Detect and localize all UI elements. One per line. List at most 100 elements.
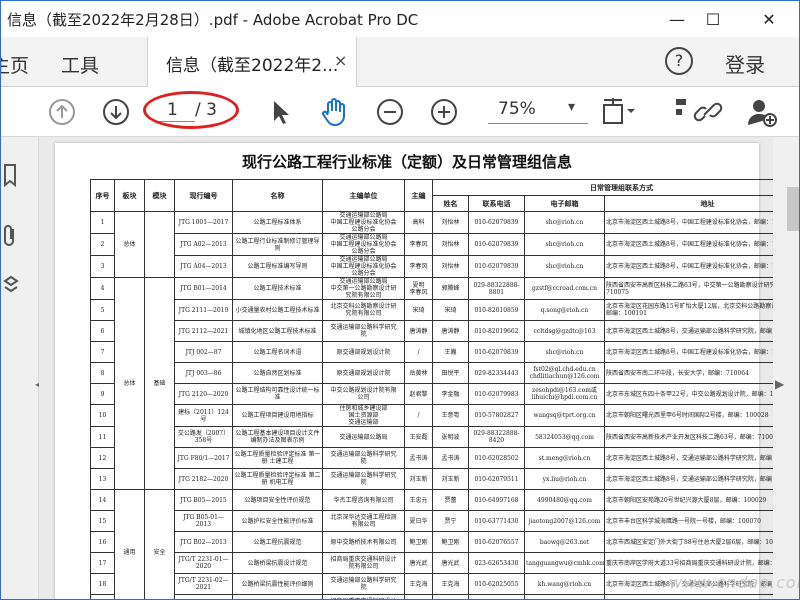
table-cell: baowg@263.net <box>524 531 605 553</box>
table-cell: 王巍 <box>432 341 469 363</box>
table-cell: 王克海 <box>432 573 469 595</box>
table-cell: 010-82019662 <box>468 320 525 342</box>
title-bar: 信息（截至2022年2月28日）.pdf - Adobe Acrobat Pro… <box>1 1 799 37</box>
table-cell: JTG A02—2013 <box>174 233 233 256</box>
table-cell: 孟书涛 <box>432 447 469 469</box>
group-header: 日常管理组联系方式 <box>432 179 773 196</box>
zoom-select[interactable]: 75% ▾ <box>488 95 588 125</box>
login-button[interactable]: 登录 <box>725 49 765 78</box>
zoom-out-icon[interactable] <box>373 95 407 129</box>
table-row: 16 JTG B02—2013 公路工程抗震规范 原中交路桥技术有限公司 鲍卫刚 鲍卫刚 0… <box>90 531 773 553</box>
table-cell: st.meng@rioh.cn <box>524 447 605 469</box>
col-header: 联系电话 <box>468 195 525 212</box>
table-row: 12 JTG F80/1—2017 公路工程质量检验评定标准 第一册 土建工程 交通运… <box>90 447 773 469</box>
table-cell: 北京市海淀区西土城路8号，中国工程建设标准化协会，邮编：100088 <box>604 255 773 278</box>
section-cell: 总体 <box>114 277 145 490</box>
standards-table: 序号 板块 模块 现行编号 名称 主编单位 主编 日常管理组联系方式 姓名 联系… <box>90 179 773 599</box>
table-cell: 王安磊 <box>404 426 433 448</box>
table-cell: 王意粤 <box>432 404 469 427</box>
table-cell: 唐涛静 <box>404 320 433 342</box>
table-cell: 交通运输部公路科学研究 院 <box>322 468 405 490</box>
col-header: 主编单位 <box>322 179 405 212</box>
table-cell: 010-62079839 <box>468 255 525 278</box>
table-cell: 刘怡林 <box>432 233 469 256</box>
layers-icon[interactable] <box>3 273 19 299</box>
table-cell: fanglin@cmhk.com <box>524 594 605 599</box>
window-title: 信息（截至2022年2月28日）.pdf - Adobe Acrobat Pro… <box>7 11 419 29</box>
table-cell: 交通运输部公路局 中国工程建设标准化协会 公路分会 <box>322 233 405 256</box>
page-up-icon[interactable] <box>45 95 79 129</box>
table-cell: 公路自然区划标准 <box>232 362 323 384</box>
maximize-button[interactable]: ☐ <box>689 1 737 37</box>
table-row: 7 JTJ 002—87 公路工程名词术语 原交通部规划设计院 / 王巍 010-62079… <box>90 341 773 363</box>
col-header: 序号 <box>90 179 115 212</box>
col-header: 姓名 <box>432 195 469 212</box>
table-cell: JTG A04—2013 <box>174 255 233 278</box>
hand-icon[interactable] <box>317 95 351 129</box>
tab-tools[interactable]: 工具 <box>61 51 99 78</box>
table-cell: 田悦平 <box>432 362 469 384</box>
table-cell: JTG 2232—2019 <box>174 594 233 599</box>
attachment-icon[interactable] <box>3 223 19 249</box>
tab-home[interactable]: 主页 <box>1 51 29 78</box>
table-cell: 贾蕾 <box>432 489 469 511</box>
table-cell: JTG 2120—2020 <box>174 383 233 405</box>
table-row: 4 总体 基础 JTG B01—2014 公路工程技术标准 交通运输部公路局 中交第一公路… <box>90 277 773 490</box>
table-row: 17 JTG/T 2231-01—2020 公路桥梁抗震设计规范 招商局重庆交通科研设… <box>90 552 773 574</box>
table-cell: shc@rioh.cn <box>524 211 605 234</box>
table-cell: 刘玉新 <box>432 468 469 490</box>
table-cell: JTG B01—2014 <box>174 277 233 300</box>
table-cell: 北京市西城区安定门外大街丁88号住总大厦2层6层，邮编：100011 <box>604 531 773 553</box>
col-header: 主编 <box>404 179 433 212</box>
left-nav-pane: ◀ <box>1 137 44 599</box>
table-cell: 交通运输部公路局 <box>322 426 405 448</box>
add-user-icon[interactable] <box>745 95 779 129</box>
table-cell: 010-63771430 <box>468 510 525 532</box>
watermark: www.cndao.com <box>669 573 800 592</box>
col-header: 现行编号 <box>174 179 233 212</box>
close-tab-icon[interactable]: × <box>334 51 347 70</box>
table-cell: 6 <box>90 320 115 342</box>
table-cell: 北京市海淀区西土城路8号，交通运输部公路科学研究院，邮编：100088 <box>604 468 773 490</box>
table-cell: 北京市朝阳区曙光西里甲6号时间国际2号楼，邮编：100028 <box>604 404 773 427</box>
page-down-icon[interactable] <box>99 95 133 129</box>
fit-page-icon[interactable] <box>601 95 635 129</box>
table-cell: 029-82334443 <box>468 362 525 384</box>
table-cell: 招商局重庆交通科研设计 院有限公司 <box>322 594 405 599</box>
tab-document[interactable]: 信息（截至2022年2... × <box>147 37 357 87</box>
table-cell: JTG B05-01—2013 <box>174 510 233 532</box>
table-cell: 重庆市南岸区学府大道33号招商局重庆交通科研设计院，邮编：400067 <box>604 594 773 599</box>
table-cell: 招商局重庆交通科研设计 院有限公司 <box>322 552 405 574</box>
table-cell: 岳黄林 <box>404 362 433 384</box>
table-cell: gzstf@ccroad.com.cn <box>524 277 605 300</box>
table-cell: 鲍卫刚 <box>432 531 469 553</box>
table-cell: 贾宁 <box>432 510 469 532</box>
table-cell: 公路桥梁抗震性能评价细则 <box>232 573 323 595</box>
table-cell: 北京市东城区东四十条甲22号，中交公路规划设计院，邮编：100088 <box>604 383 773 405</box>
scrollbar-thumb[interactable] <box>787 187 799 231</box>
col-header: 模块 <box>144 179 175 212</box>
select-arrow-icon[interactable] <box>263 95 297 129</box>
expand-right-icon[interactable]: ▶ <box>775 377 784 391</box>
table-cell: 010-57802827 <box>468 404 525 427</box>
close-window-button[interactable]: ✕ <box>745 1 793 37</box>
table-cell: 王忠元 <box>404 489 433 511</box>
zoom-in-icon[interactable] <box>427 95 461 129</box>
table-cell: 北京市朝阳区安苑路20号世纪兴源大厦8层，邮编：100029 <box>604 489 773 511</box>
table-cell: 010-62025055 <box>468 573 525 595</box>
table-cell: 刘怡林 <box>432 211 469 234</box>
link-icon[interactable] <box>691 95 725 129</box>
table-cell: 023-62653050 <box>468 594 525 599</box>
table-cell: 9 <box>90 383 115 405</box>
table-cell: 4 <box>90 277 115 300</box>
col-header: 名称 <box>232 179 323 212</box>
help-icon[interactable]: ? <box>665 47 693 75</box>
bookmark-icon[interactable] <box>3 163 19 189</box>
table-cell: 029-88322888-8801 <box>468 277 525 300</box>
table-cell: 公路工程基本建设项目设计文件编制办法及图表示例 <box>232 426 323 448</box>
table-cell: 交通运输部公路局 中交第一公路勘察设计研 究院有限公司 <box>322 277 405 300</box>
table-cell: 唐涛静 <box>432 320 469 342</box>
table-cell: 11 <box>90 426 115 448</box>
table-cell: shc@rioh.cn <box>524 255 605 278</box>
table-cell: 2 <box>90 233 115 256</box>
